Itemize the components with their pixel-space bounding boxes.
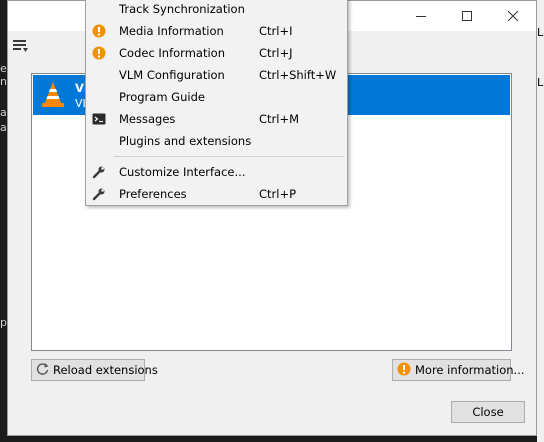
reload-icon: [36, 362, 49, 378]
background-text: L: [537, 76, 544, 89]
background-window-edge: L L: [537, 0, 544, 442]
info-icon: [92, 24, 106, 38]
menu-item-label: VLM Configuration: [119, 68, 225, 82]
menu-item-label: Customize Interface...: [119, 165, 246, 179]
menu-item-codec-information[interactable]: Codec Information Ctrl+J: [86, 42, 347, 64]
menu-item-label: Track Synchronization: [119, 2, 245, 16]
menu-item-label: Media Information: [119, 24, 224, 38]
more-information-button[interactable]: More information...: [392, 359, 525, 381]
menu-separator: [114, 156, 344, 157]
menu-item-shortcut: Ctrl+J: [259, 46, 293, 60]
playlist-menu-icon[interactable]: [13, 39, 33, 55]
maximize-button[interactable]: [444, 1, 490, 31]
minimize-icon: [416, 16, 426, 17]
menu-item-label: Messages: [119, 112, 176, 126]
menu-item-label: Plugins and extensions: [119, 134, 252, 148]
menu-item-media-information[interactable]: Media Information Ctrl+I: [86, 20, 347, 42]
menu-item-track-synchronization[interactable]: Track Synchronization: [86, 0, 347, 20]
terminal-icon: [92, 112, 106, 126]
vlc-cone-icon: [41, 81, 65, 112]
menu-item-preferences[interactable]: Preferences Ctrl+P: [86, 183, 347, 205]
menu-item-shortcut: Ctrl+M: [259, 112, 300, 126]
menu-item-label: Preferences: [119, 187, 187, 201]
background-text: L: [537, 26, 544, 39]
menu-item-label: Program Guide: [119, 90, 205, 104]
tools-menu: Track Synchronization Media Information …: [85, 0, 348, 206]
menu-item-shortcut: Ctrl+I: [259, 24, 293, 38]
close-icon: [508, 11, 518, 21]
minimize-button[interactable]: [398, 1, 444, 31]
reload-extensions-label: Reload extensions: [53, 363, 158, 377]
reload-extensions-button[interactable]: Reload extensions: [31, 359, 158, 381]
menu-item-vlm-configuration[interactable]: VLM Configuration Ctrl+Shift+W: [86, 64, 347, 86]
wrench-icon: [92, 187, 106, 201]
maximize-icon: [462, 11, 472, 21]
menu-item-plugins-and-extensions[interactable]: Plugins and extensions: [86, 130, 347, 152]
close-window-button[interactable]: [490, 1, 536, 31]
close-button[interactable]: Close: [451, 401, 525, 423]
menu-item-customize-interface[interactable]: Customize Interface...: [86, 161, 347, 183]
wrench-icon: [92, 165, 106, 179]
menu-item-label: Codec Information: [119, 46, 225, 60]
menu-item-shortcut: Ctrl+Shift+W: [259, 68, 337, 82]
menu-item-program-guide[interactable]: Program Guide: [86, 86, 347, 108]
menu-item-shortcut: Ctrl+P: [259, 187, 297, 201]
more-information-label: More information...: [415, 363, 525, 377]
info-icon: [92, 46, 106, 60]
info-icon: [397, 362, 411, 379]
menu-item-messages[interactable]: Messages Ctrl+M: [86, 108, 347, 130]
